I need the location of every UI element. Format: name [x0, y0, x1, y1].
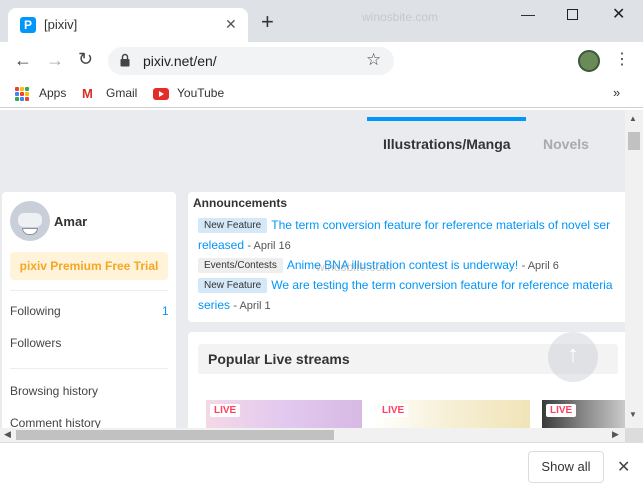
scroll-down-icon[interactable]: ▼ [629, 410, 637, 419]
live-thumbnail[interactable]: LIVE [542, 400, 625, 428]
announcement-link-cont[interactable]: released [198, 238, 244, 252]
tab-close-icon[interactable]: ✕ [225, 16, 237, 32]
live-badge: LIVE [210, 404, 241, 417]
download-bar: Show all ✕ [0, 442, 643, 493]
tab-illustrations-manga[interactable]: Illustrations/Manga [383, 136, 511, 152]
page-viewport: Illustrations/Manga Novels Amar pixiv Pr… [0, 110, 625, 428]
active-tab-indicator [367, 117, 526, 121]
maximize-icon[interactable] [567, 9, 578, 20]
announcement-badge: Events/Contests [198, 258, 283, 274]
url-text: pixiv.net/en/ [143, 53, 217, 69]
scroll-up-icon[interactable]: ▲ [629, 114, 637, 123]
avatar-placeholder-icon [18, 213, 42, 227]
announcement-badge: New Feature [198, 218, 268, 234]
watermark: winosbite.com [362, 10, 439, 24]
sidebar-item-followers[interactable]: Followers [10, 336, 61, 350]
minimize-icon[interactable]: — [521, 6, 535, 22]
sidebar-item-browsing-history[interactable]: Browsing history [10, 384, 98, 398]
browser-toolbar: ← → ↻ pixiv.net/en/ ☆ ⋮ [0, 42, 643, 80]
announcement-date: - April 1 [233, 300, 271, 312]
show-all-downloads-button[interactable]: Show all [528, 451, 604, 483]
lock-icon [120, 53, 130, 67]
live-thumbnail[interactable]: LIVE [374, 400, 530, 428]
divider [10, 290, 168, 291]
forward-arrow-icon[interactable]: → [46, 50, 64, 71]
tab-novels[interactable]: Novels [543, 136, 589, 152]
announcement-date: - April 16 [247, 240, 291, 252]
following-count: 1 [162, 304, 169, 318]
user-name[interactable]: Amar [54, 214, 87, 229]
pixiv-favicon-icon: P [20, 17, 36, 33]
tab-title: [pixiv] [44, 17, 78, 32]
back-arrow-icon[interactable]: ← [14, 50, 32, 71]
user-sidebar: Amar pixiv Premium Free Trial Following … [2, 192, 176, 428]
sidebar-item-comment-history[interactable]: Comment history [10, 416, 101, 428]
window-close-icon[interactable]: ✕ [612, 4, 625, 24]
live-badge: LIVE [378, 404, 409, 417]
live-streams-title: Popular Live streams [208, 351, 350, 367]
browser-tab[interactable]: P [pixiv] ✕ [8, 8, 248, 42]
announcement-item: New Feature We are testing the term conve… [198, 278, 613, 294]
bookmarks-more-icon[interactable]: » [613, 85, 620, 100]
sidebar-item-following[interactable]: Following [10, 304, 61, 318]
announcements-title: Announcements [193, 196, 288, 210]
tab-strip: P [pixiv] ✕ + winosbite.com — ✕ [0, 0, 643, 42]
bookmark-star-icon[interactable]: ☆ [366, 50, 381, 70]
horizontal-scroll-thumb[interactable] [16, 430, 334, 440]
menu-kebab-icon[interactable]: ⋮ [614, 50, 630, 70]
apps-grid-icon[interactable] [15, 87, 29, 101]
youtube-icon [153, 88, 169, 100]
gmail-icon: M [82, 86, 93, 101]
new-tab-button[interactable]: + [261, 11, 274, 33]
announcement-badge: New Feature [198, 278, 268, 294]
announcement-link[interactable]: The term conversion feature for referenc… [271, 218, 610, 232]
watermark: winosbite.com [316, 260, 393, 274]
scroll-to-top-icon[interactable]: ↑ [548, 332, 598, 382]
avatar-mouth-icon [22, 228, 38, 235]
scroll-right-icon[interactable]: ▶ [612, 429, 619, 440]
announcement-item-cont: series - April 1 [198, 298, 271, 312]
horizontal-scrollbar[interactable]: ◀ ▶ [0, 428, 625, 442]
announcement-item: New Feature The term conversion feature f… [198, 218, 610, 234]
premium-trial-button[interactable]: pixiv Premium Free Trial [10, 252, 168, 280]
live-streams-panel: Popular Live streams ↑ LIVE LIVE LIVE [188, 332, 625, 428]
scroll-left-icon[interactable]: ◀ [4, 429, 11, 440]
announcement-link-cont[interactable]: series [198, 298, 230, 312]
reload-icon[interactable]: ↻ [78, 49, 93, 70]
download-bar-close-icon[interactable]: ✕ [617, 457, 630, 477]
live-thumbnail[interactable]: LIVE [206, 400, 362, 428]
content-tabs: Illustrations/Manga Novels [0, 110, 625, 176]
announcement-date: - April 6 [521, 260, 559, 272]
bookmarks-bar: Apps M Gmail YouTube » [0, 80, 643, 108]
bookmark-youtube[interactable]: YouTube [177, 86, 224, 100]
bookmark-apps[interactable]: Apps [39, 86, 66, 100]
live-badge: LIVE [546, 404, 577, 417]
bookmark-gmail[interactable]: Gmail [106, 86, 137, 100]
vertical-scrollbar[interactable]: ▲ ▼ [625, 110, 643, 428]
vertical-scroll-thumb[interactable] [628, 132, 640, 150]
announcements-panel: Announcements New Feature The term conver… [188, 192, 625, 322]
divider [10, 368, 168, 369]
scrollbar-corner [625, 428, 643, 442]
address-bar[interactable]: pixiv.net/en/ ☆ [108, 47, 394, 75]
user-avatar[interactable] [10, 201, 50, 241]
announcement-link[interactable]: We are testing the term conversion featu… [271, 278, 612, 292]
profile-avatar[interactable] [578, 50, 600, 72]
announcement-item-cont: released - April 16 [198, 238, 291, 252]
